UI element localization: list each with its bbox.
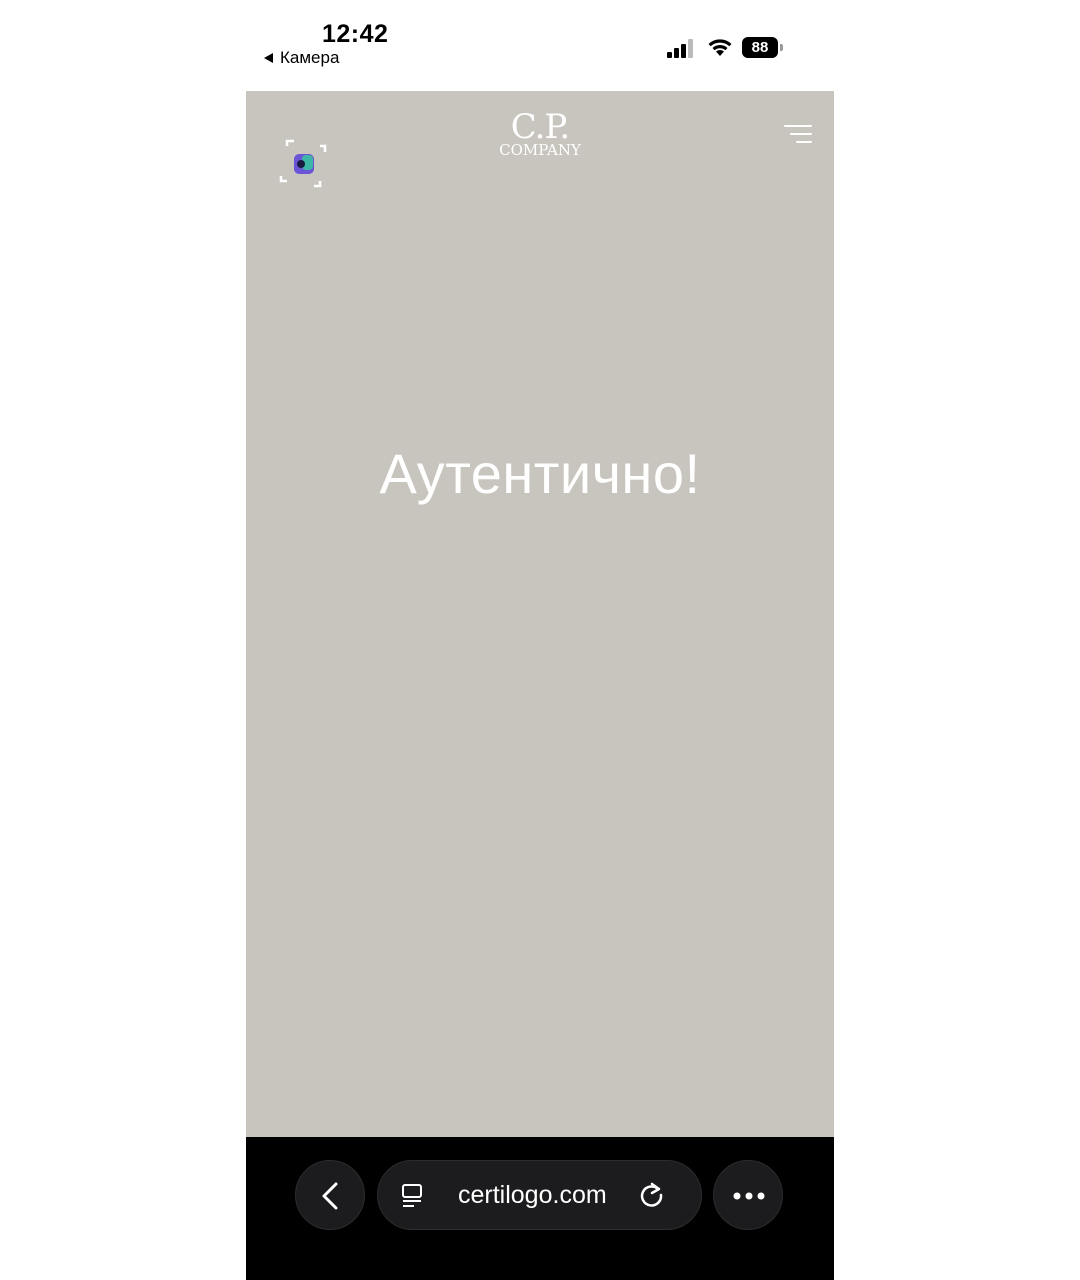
browser-toolbar: certilogo.com xyxy=(246,1137,834,1280)
phone-screen: 12:42 Камера 88 C.P. COMPANY Аутентично!… xyxy=(246,0,834,1280)
battery-tip xyxy=(780,44,783,51)
menu-icon[interactable] xyxy=(782,123,812,145)
back-to-app-link[interactable]: Камера xyxy=(264,48,339,68)
status-bar: 12:42 Камера 88 xyxy=(246,0,834,91)
ellipsis-icon xyxy=(733,1192,765,1200)
url-text: certilogo.com xyxy=(458,1181,607,1209)
browser-back-button[interactable] xyxy=(295,1160,365,1230)
battery-indicator: 88 xyxy=(742,37,784,59)
battery-level: 88 xyxy=(742,37,778,58)
scan-icon[interactable] xyxy=(278,138,330,190)
reload-icon[interactable] xyxy=(638,1181,666,1209)
status-time: 12:42 xyxy=(322,20,389,48)
more-options-button[interactable] xyxy=(713,1160,783,1230)
back-triangle-icon xyxy=(264,53,273,63)
wifi-icon xyxy=(708,39,732,56)
chevron-left-icon xyxy=(322,1182,338,1210)
web-content: C.P. COMPANY Аутентично! xyxy=(246,91,834,1137)
cellular-signal-icon xyxy=(667,39,693,58)
back-app-label: Камера xyxy=(280,48,340,67)
brand-logo-company: COMPANY xyxy=(499,141,581,159)
address-bar[interactable]: certilogo.com xyxy=(377,1160,702,1230)
authentication-result: Аутентично! xyxy=(379,442,701,505)
brand-logo[interactable]: C.P. COMPANY xyxy=(490,107,590,159)
brand-logo-initials: C.P. xyxy=(510,107,570,147)
page-menu-icon[interactable] xyxy=(400,1183,426,1209)
